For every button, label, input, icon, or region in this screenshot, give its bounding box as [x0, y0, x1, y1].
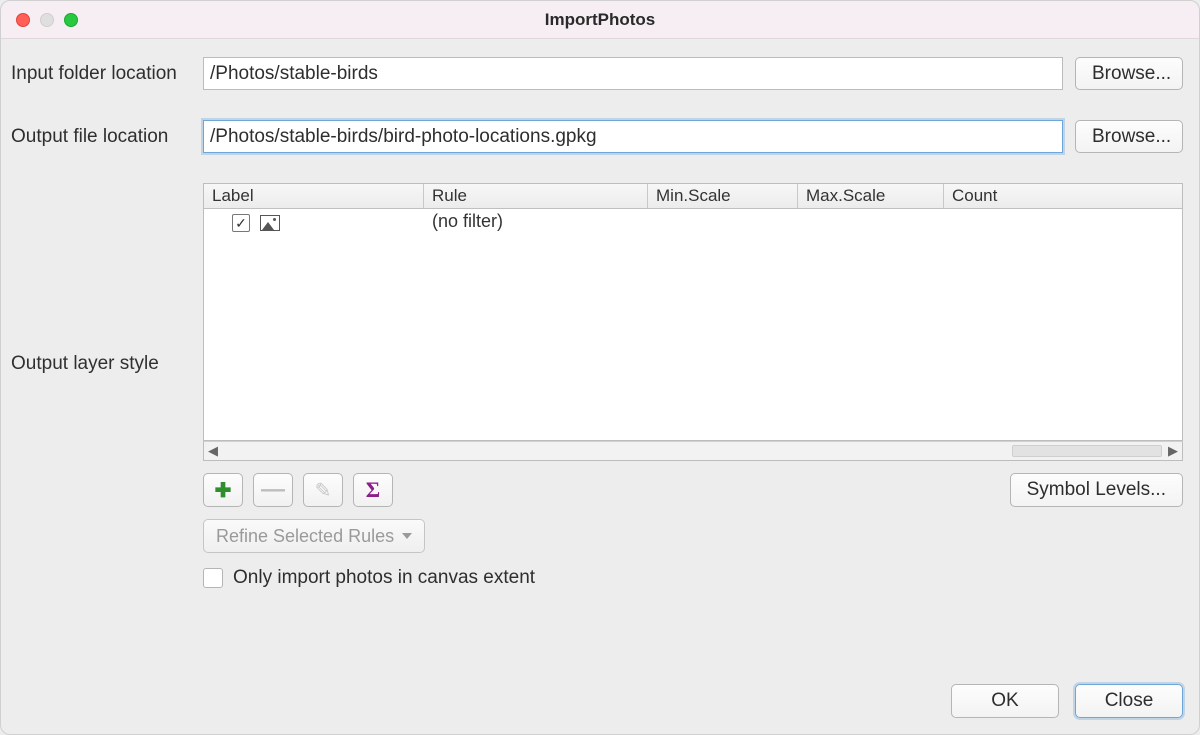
rule-maxscale-cell — [798, 209, 944, 237]
close-button[interactable]: Close — [1075, 684, 1183, 718]
col-header-rule[interactable]: Rule — [424, 184, 648, 208]
sigma-icon: Σ — [366, 477, 380, 503]
rules-toolbar: ✚ — ✎ Σ Symbol Levels... — [203, 473, 1183, 507]
remove-rule-button[interactable]: — — [253, 473, 293, 507]
rules-table-hscrollbar[interactable]: ◀ ▶ — [203, 441, 1183, 461]
window-title: ImportPhotos — [1, 10, 1199, 30]
import-photos-dialog: ImportPhotos Input folder location Brows… — [0, 0, 1200, 735]
col-header-maxscale[interactable]: Max.Scale — [798, 184, 944, 208]
col-header-count[interactable]: Count — [944, 184, 1182, 208]
dialog-footer: OK Close — [951, 684, 1183, 718]
minus-icon: — — [261, 476, 285, 504]
input-folder-row: Input folder location Browse... — [11, 57, 1183, 90]
output-layer-style-label: Output layer style — [11, 183, 203, 375]
rules-table: Label Rule Min.Scale Max.Scale Count ✓ (… — [203, 183, 1183, 441]
rule-row[interactable]: ✓ (no filter) — [204, 209, 1182, 237]
output-file-row: Output file location Browse... — [11, 120, 1183, 153]
input-folder-browse-button[interactable]: Browse... — [1075, 57, 1183, 90]
rule-filter-text: (no filter) — [424, 209, 648, 237]
titlebar: ImportPhotos — [1, 1, 1199, 39]
rule-symbol-preview-icon — [260, 215, 280, 231]
input-folder-label: Input folder location — [11, 63, 203, 85]
scroll-right-icon[interactable]: ▶ — [1168, 443, 1178, 459]
chevron-down-icon — [402, 533, 412, 539]
rule-count-cell — [944, 209, 1182, 237]
scroll-thumb[interactable] — [1012, 445, 1162, 457]
output-layer-style-section: Output layer style Label Rule Min.Scale … — [11, 183, 1183, 589]
scroll-track[interactable] — [224, 445, 1162, 457]
count-features-button[interactable]: Σ — [353, 473, 393, 507]
symbol-levels-button[interactable]: Symbol Levels... — [1010, 473, 1183, 507]
ok-button[interactable]: OK — [951, 684, 1059, 718]
edit-rule-button[interactable]: ✎ — [303, 473, 343, 507]
refine-row: Refine Selected Rules — [203, 519, 1183, 553]
plus-icon: ✚ — [215, 478, 232, 503]
pencil-icon: ✎ — [315, 478, 332, 503]
output-file-label: Output file location — [11, 126, 203, 148]
canvas-extent-checkbox[interactable] — [203, 568, 223, 588]
refine-selected-rules-dropdown[interactable]: Refine Selected Rules — [203, 519, 425, 553]
refine-selected-rules-label: Refine Selected Rules — [216, 526, 394, 547]
output-layer-style-body: Label Rule Min.Scale Max.Scale Count ✓ (… — [203, 183, 1183, 589]
output-file-browse-button[interactable]: Browse... — [1075, 120, 1183, 153]
canvas-extent-row: Only import photos in canvas extent — [203, 567, 1183, 589]
input-folder-field[interactable] — [203, 57, 1063, 90]
col-header-label[interactable]: Label — [204, 184, 424, 208]
col-header-minscale[interactable]: Min.Scale — [648, 184, 798, 208]
dialog-body: Input folder location Browse... Output f… — [1, 39, 1199, 605]
rule-minscale-cell — [648, 209, 798, 237]
rule-checkbox-icon[interactable]: ✓ — [232, 214, 250, 232]
scroll-left-icon[interactable]: ◀ — [208, 443, 218, 459]
output-file-field[interactable] — [203, 120, 1063, 153]
rules-table-header: Label Rule Min.Scale Max.Scale Count — [204, 184, 1182, 209]
canvas-extent-label: Only import photos in canvas extent — [233, 567, 535, 589]
add-rule-button[interactable]: ✚ — [203, 473, 243, 507]
